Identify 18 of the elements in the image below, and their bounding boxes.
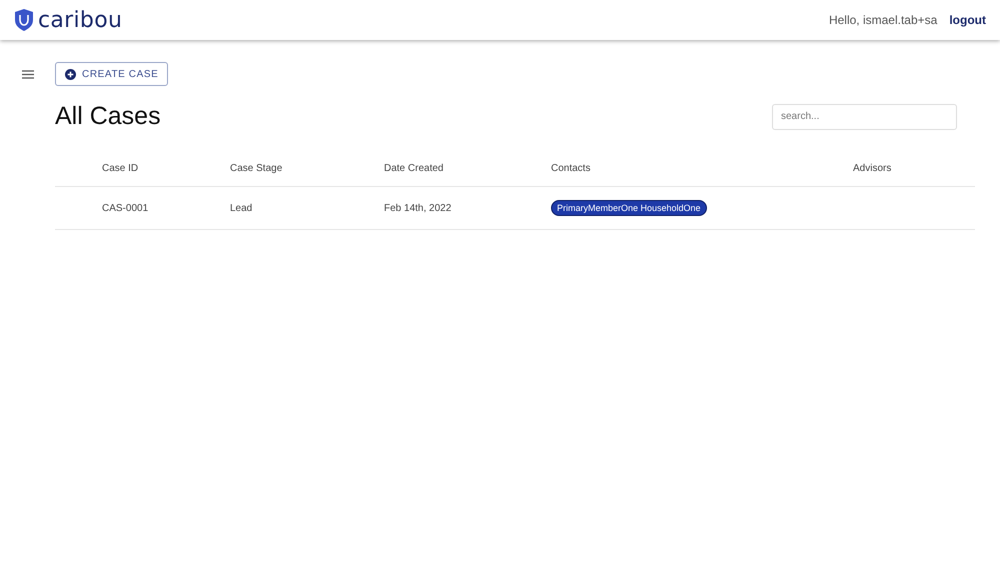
table-cell-text: CAS-0001: [102, 202, 150, 214]
column-header: Case Stage: [230, 163, 284, 174]
column-header: Date Created: [384, 163, 444, 174]
page-title: All Cases: [55, 102, 161, 131]
greeting-text: Hello, ismael.tab+sa: [828, 13, 938, 27]
search-field[interactable]: search...: [772, 104, 957, 130]
create-case-button[interactable]: CREATE CASE: [55, 62, 168, 86]
table-cell-text: Feb 14th, 2022: [384, 202, 452, 214]
table-cell-text: Lead: [230, 202, 254, 214]
logout-link[interactable]: logout: [949, 13, 986, 27]
contact-tag[interactable]: PrimaryMemberOne HouseholdOne: [551, 200, 707, 216]
shield-logo-icon: [14, 8, 34, 32]
menu-icon[interactable]: [22, 70, 34, 79]
column-header: Advisors: [853, 163, 892, 174]
plus-circle-icon: [65, 68, 76, 80]
column-header: Contacts: [551, 163, 592, 174]
column-header: Case ID: [102, 163, 140, 174]
logo-text: caribou: [38, 8, 122, 32]
